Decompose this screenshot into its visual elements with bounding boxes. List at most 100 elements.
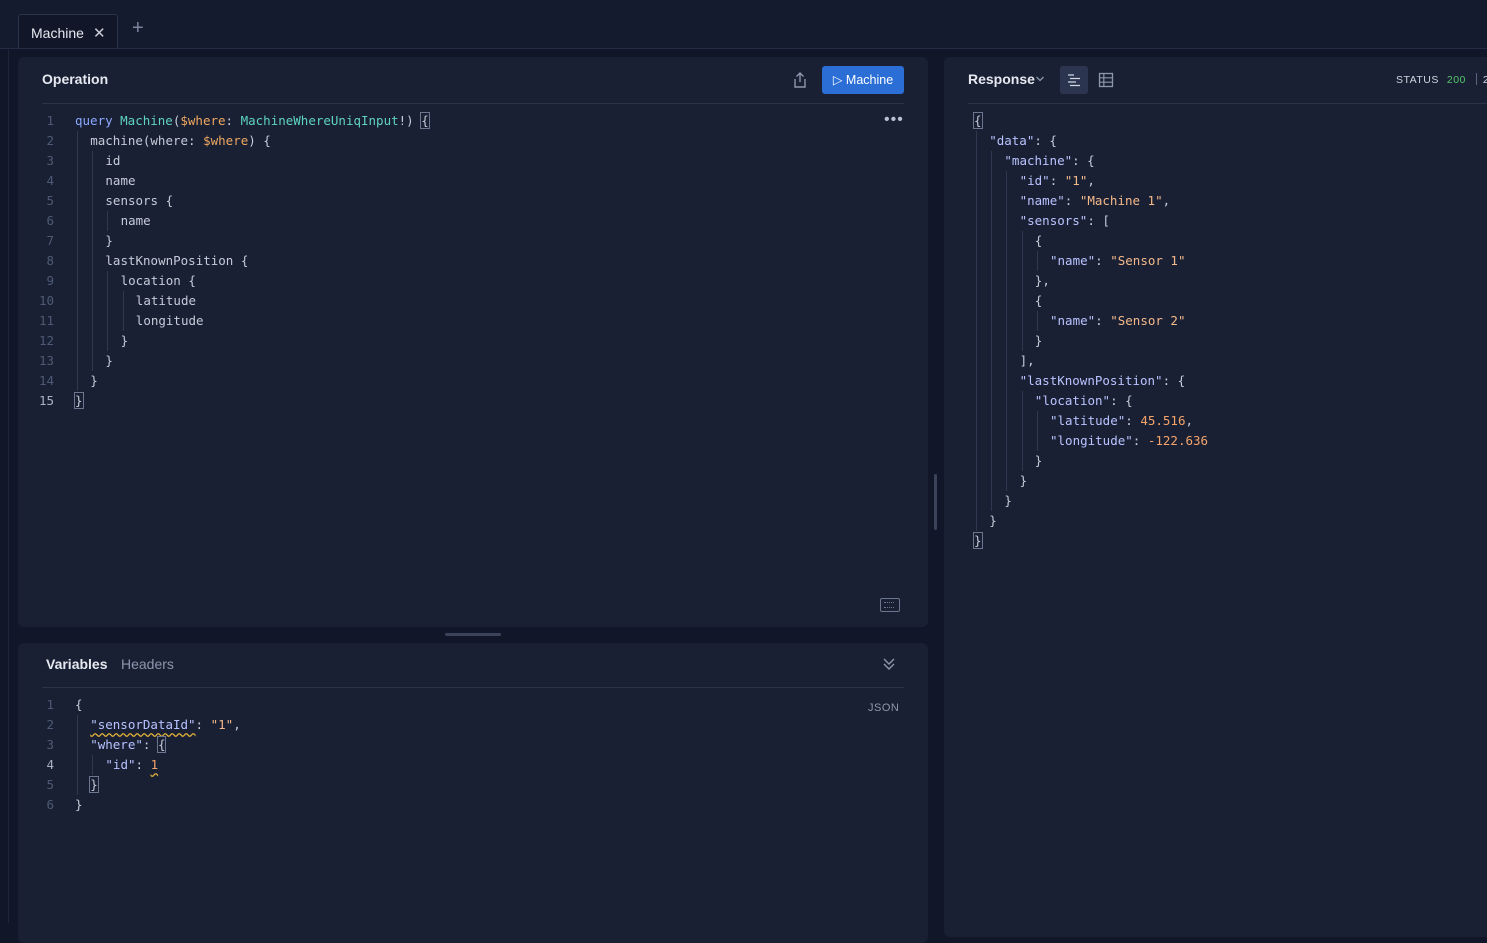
code-token: query — [75, 113, 121, 128]
indent-guide — [991, 391, 993, 411]
code-token: "where" — [90, 737, 143, 752]
response-divider — [968, 103, 1487, 104]
code-token: : [ — [1087, 213, 1110, 228]
code-line: 1 query Machine($where: MachineWhereUniqI… — [30, 111, 830, 131]
indent-guide — [122, 311, 124, 331]
indent-guide — [1006, 291, 1008, 311]
code-line: "sensors": [ — [974, 211, 1487, 231]
code-token: "id" — [105, 757, 136, 772]
code-token: "Sensor 2" — [1110, 313, 1186, 328]
indent-guide — [976, 151, 977, 171]
code-token: , — [1162, 193, 1171, 208]
indent-guide — [1036, 311, 1038, 331]
code-token: { — [180, 273, 196, 288]
indent-guide — [1021, 331, 1023, 351]
indent-guide — [77, 271, 78, 291]
table-view-icon[interactable] — [1092, 66, 1120, 94]
code-line: ], — [974, 351, 1487, 371]
code-token: !) — [398, 113, 422, 128]
indent-guide — [991, 471, 993, 491]
code-token: : { — [1110, 393, 1133, 408]
code-token: : { — [1034, 133, 1057, 148]
run-button[interactable]: ▷ Machine — [822, 66, 904, 94]
code-token: : — [1095, 253, 1111, 268]
indent-guide — [976, 131, 977, 151]
indent-guide — [991, 351, 993, 371]
indent-guide — [976, 351, 977, 371]
code-token: { — [1034, 293, 1043, 308]
tab-variables[interactable]: Variables — [46, 656, 108, 672]
status-extra: 20 — [1482, 74, 1487, 86]
code-token: "1" — [210, 717, 234, 732]
indent-guide — [1021, 251, 1023, 271]
code-line: "location": { — [974, 391, 1487, 411]
code-line: 3 id — [30, 151, 830, 171]
indent-guide — [77, 151, 78, 171]
indent-guide — [92, 311, 94, 331]
collapse-icon[interactable] — [882, 656, 896, 672]
tab-machine[interactable]: Machine ✕ — [18, 14, 118, 48]
operation-divider — [42, 103, 904, 104]
indent-guide — [991, 491, 993, 511]
code-token: MachineWhereUniqInput — [240, 113, 399, 128]
indent-guide — [991, 271, 993, 291]
code-token: "Machine 1" — [1079, 193, 1163, 208]
code-token: -122.636 — [1147, 433, 1209, 448]
code-token: { — [156, 736, 167, 753]
code-token: } — [75, 797, 83, 812]
operation-editor[interactable]: 1 query Machine($where: MachineWhereUniqI… — [30, 111, 830, 411]
code-token: } — [973, 532, 983, 549]
indent-guide — [991, 231, 993, 251]
column-resize-handle[interactable] — [934, 474, 937, 530]
more-options-icon[interactable]: ••• — [884, 111, 904, 129]
code-token: "name" — [1019, 193, 1065, 208]
code-token: : — [1132, 433, 1148, 448]
code-line: "name": "Sensor 1" — [974, 251, 1487, 271]
share-icon[interactable] — [790, 70, 810, 90]
code-line: { — [974, 231, 1487, 251]
code-token: "data" — [989, 133, 1035, 148]
indent-guide — [92, 251, 94, 271]
indent-guide — [991, 371, 993, 391]
code-line: 5} — [30, 775, 830, 795]
line-number: 7 — [46, 233, 54, 248]
indent-guide — [92, 271, 94, 291]
code-token: } — [105, 233, 113, 248]
operation-title: Operation — [42, 71, 109, 87]
code-line: 10 latitude — [30, 291, 830, 311]
code-token: , — [233, 717, 241, 732]
line-number: 2 — [46, 717, 54, 732]
indent-guide — [976, 231, 977, 251]
code-line: 8 lastKnownPosition { — [30, 251, 830, 271]
variables-editor[interactable]: 1{2 "sensorDataId": "1", 3 "where": {4 "id":… — [30, 695, 830, 815]
line-number: 4 — [46, 173, 54, 188]
code-line: "longitude": -122.636 — [974, 431, 1487, 451]
code-token: : { — [1162, 373, 1186, 388]
keyboard-icon[interactable] — [880, 598, 900, 612]
indent-guide — [77, 211, 78, 231]
code-token: }, — [1034, 273, 1050, 288]
text-view-icon[interactable] — [1060, 66, 1088, 94]
line-number: 3 — [46, 737, 54, 752]
indent-guide — [1021, 291, 1023, 311]
code-token: "name" — [1050, 313, 1096, 328]
indent-guide — [1021, 311, 1023, 331]
line-number: 2 — [46, 133, 54, 148]
indent-guide — [122, 291, 124, 311]
tab-headers[interactable]: Headers — [121, 656, 174, 672]
code-token: "lastKnownPosition" — [1019, 373, 1163, 388]
panel-resize-handle[interactable] — [445, 633, 501, 636]
chevron-down-icon[interactable] — [1035, 74, 1045, 84]
code-token: 45.516 — [1140, 413, 1186, 428]
close-icon[interactable]: ✕ — [93, 24, 106, 42]
response-viewer: {"data": {"machine": {"id": "1", "name": … — [973, 111, 1487, 551]
indent-guide — [976, 271, 977, 291]
indent-guide — [77, 251, 78, 271]
line-number: 9 — [46, 273, 54, 288]
code-token: Machine — [120, 113, 173, 128]
indent-guide — [77, 311, 78, 331]
indent-guide — [107, 291, 109, 311]
indent-guide — [976, 451, 977, 471]
add-tab-icon[interactable]: + — [132, 18, 144, 38]
indent-guide — [976, 171, 977, 191]
